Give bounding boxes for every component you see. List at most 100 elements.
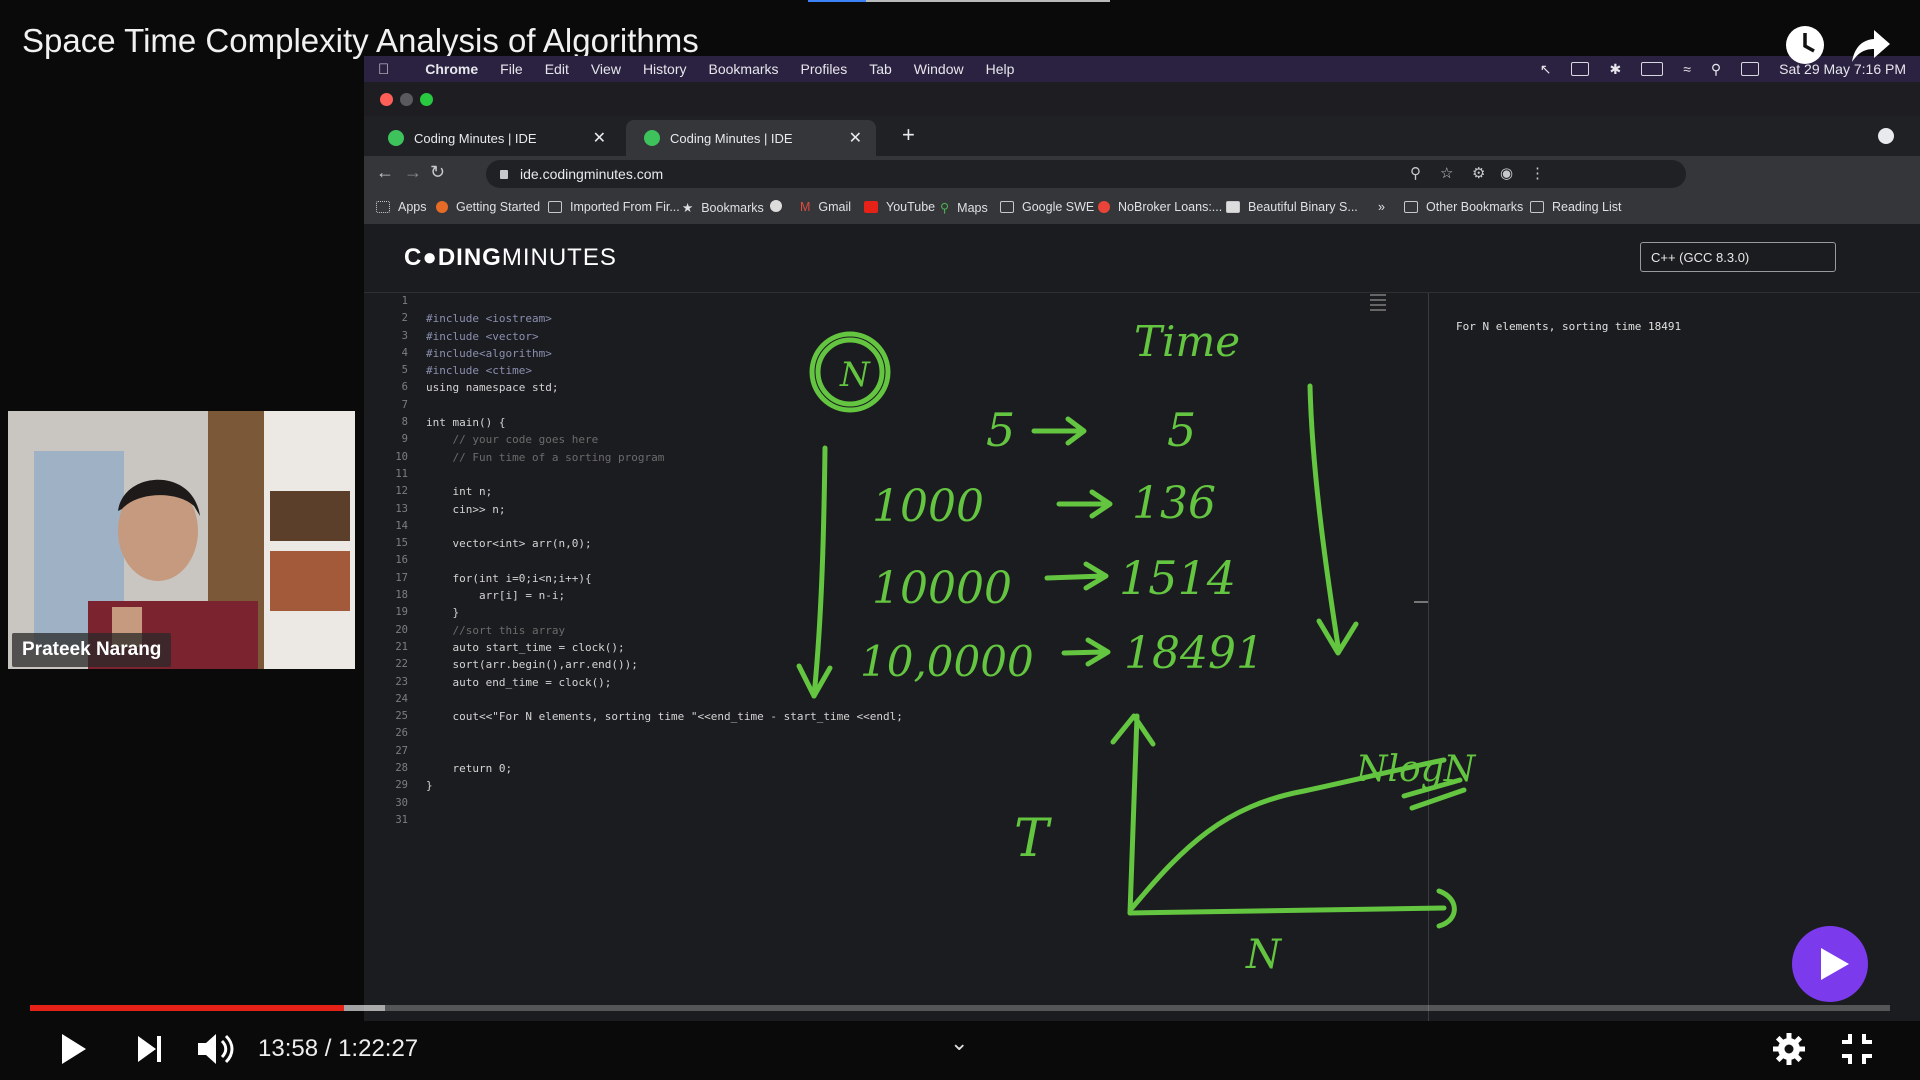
code-line[interactable]: using namespace std;	[426, 379, 903, 396]
editor-output-divider[interactable]	[1428, 293, 1429, 1021]
menu-window[interactable]: Window	[914, 61, 964, 77]
code-line[interactable]: auto start_time = clock();	[426, 639, 903, 656]
line-number: 10	[395, 450, 408, 463]
tab-1[interactable]: Coding Minutes | IDE ✕	[370, 120, 620, 156]
overlay-play-button[interactable]	[1792, 926, 1868, 1002]
more-menu-icon[interactable]: ⋮	[1530, 164, 1545, 182]
close-tab-icon[interactable]: ✕	[593, 128, 606, 148]
share-arrow-icon[interactable]	[1850, 26, 1892, 66]
code-line[interactable]: auto end_time = clock();	[426, 674, 903, 691]
video-progress-bar[interactable]	[30, 1005, 1890, 1011]
code-line[interactable]: #include <vector>	[426, 328, 903, 345]
star-icon[interactable]: ☆	[1440, 164, 1453, 182]
wifi-icon[interactable]: ≈	[1683, 61, 1691, 77]
bookmark-bookmarks[interactable]: ★ Bookmarks	[682, 200, 764, 216]
editor-minimap[interactable]	[1370, 294, 1386, 316]
menu-view[interactable]: View	[591, 61, 621, 77]
code-line[interactable]: vector<int> arr(n,0);	[426, 535, 903, 552]
split-handle[interactable]	[1414, 601, 1428, 603]
code-line[interactable]: cin>> n;	[426, 501, 903, 518]
bookmark-gmail[interactable]: M Gmail	[800, 200, 851, 214]
menu-tab[interactable]: Tab	[869, 61, 892, 77]
reading-list[interactable]: Reading List	[1530, 200, 1622, 214]
code-line[interactable]	[426, 743, 903, 760]
bookmark-binary[interactable]: Beautiful Binary S...	[1226, 200, 1358, 214]
code-line[interactable]	[426, 795, 903, 812]
bookmark-youtube[interactable]: YouTube	[864, 200, 935, 214]
apple-icon[interactable]: 	[378, 61, 389, 78]
play-icon[interactable]	[60, 1032, 88, 1066]
control-center-icon[interactable]	[1741, 62, 1760, 76]
next-icon[interactable]	[136, 1034, 164, 1064]
menu-file[interactable]: File	[500, 61, 523, 77]
cursor-icon[interactable]: ↖	[1540, 61, 1552, 78]
back-icon[interactable]: ←	[376, 162, 394, 183]
minimize-window-button[interactable]	[400, 93, 413, 106]
bookmark-apps[interactable]: Apps	[376, 200, 427, 214]
menu-bookmarks[interactable]: Bookmarks	[709, 61, 779, 77]
code-line[interactable]: //sort this array	[426, 622, 903, 639]
code-line[interactable]	[426, 552, 903, 569]
chevron-down-icon[interactable]: ⌄	[950, 1030, 968, 1056]
code-line[interactable]	[426, 397, 903, 414]
menu-history[interactable]: History	[643, 61, 687, 77]
new-tab-button[interactable]: +	[902, 122, 915, 148]
code-line[interactable]: #include<algorithm>	[426, 345, 903, 362]
watch-later-clock-icon[interactable]	[1784, 24, 1826, 66]
battery-icon[interactable]	[1641, 62, 1664, 76]
reload-icon[interactable]: ↻	[430, 162, 445, 183]
code-line[interactable]: }	[426, 604, 903, 621]
code-line[interactable]	[426, 518, 903, 535]
bookmark-imported[interactable]: Imported From Fir...	[548, 200, 680, 214]
bookmark-nobroker[interactable]: NoBroker Loans:...	[1098, 200, 1222, 214]
other-bookmarks[interactable]: Other Bookmarks	[1404, 200, 1523, 214]
bookmark-google-swe[interactable]: Google SWE	[1000, 200, 1094, 214]
folder-icon	[1000, 201, 1014, 213]
tab-search-icon[interactable]	[1878, 128, 1894, 144]
close-window-button[interactable]	[380, 93, 393, 106]
settings-gear-icon[interactable]	[1772, 1032, 1806, 1066]
extensions-icon[interactable]: ⚙	[1472, 164, 1485, 182]
code-line[interactable]: sort(arr.begin(),arr.end());	[426, 656, 903, 673]
bookmarks-overflow[interactable]: »	[1378, 200, 1385, 214]
bookmark-github[interactable]	[770, 200, 790, 212]
code-line[interactable]: // Fun time of a sorting program	[426, 449, 903, 466]
code-line[interactable]	[426, 812, 903, 829]
menu-app-chrome[interactable]: Chrome	[425, 61, 478, 77]
code-line[interactable]: for(int i=0;i<n;i++){	[426, 570, 903, 587]
code-line[interactable]	[426, 725, 903, 742]
language-select[interactable]: C++ (GCC 8.3.0)	[1640, 242, 1836, 272]
maximize-window-button[interactable]	[420, 93, 433, 106]
code-line[interactable]: cout<<"For N elements, sorting time "<<e…	[426, 708, 902, 725]
menu-help[interactable]: Help	[986, 61, 1015, 77]
bookmark-maps[interactable]: ⚲ Maps	[940, 200, 988, 216]
code-line[interactable]: return 0;	[426, 760, 903, 777]
close-tab-icon[interactable]: ✕	[849, 128, 862, 148]
code-line[interactable]: // your code goes here	[426, 431, 903, 448]
profile-avatar[interactable]: ◉	[1500, 164, 1513, 182]
code-line[interactable]: #include <iostream>	[426, 310, 903, 327]
exit-fullscreen-icon[interactable]	[1840, 1032, 1874, 1066]
tab-2[interactable]: Coding Minutes | IDE ✕	[626, 120, 876, 156]
bookmark-getting-started[interactable]: Getting Started	[436, 200, 540, 214]
menu-profiles[interactable]: Profiles	[801, 61, 848, 77]
forward-icon[interactable]: →	[404, 162, 422, 183]
code-line[interactable]: #include <ctime>	[426, 362, 903, 379]
volume-icon[interactable]	[196, 1030, 236, 1068]
code-line[interactable]	[426, 293, 903, 310]
code-line[interactable]: int n;	[426, 483, 903, 500]
code-line[interactable]	[426, 466, 903, 483]
code-content[interactable]: #include <iostream> #include <vector> #inc…	[426, 293, 903, 829]
zoom-icon[interactable]: ⚲	[1410, 164, 1421, 182]
menu-edit[interactable]: Edit	[545, 61, 569, 77]
code-line[interactable]: int main() {	[426, 414, 903, 431]
coding-minutes-logo[interactable]: C●DINGMINUTES	[404, 244, 617, 272]
screen-mirror-icon[interactable]	[1571, 62, 1590, 76]
code-editor[interactable]: 1 2 3 4 5 6 7 8 9 10 11 12 13 14 15 16 17 18 19 20 21 22 23 24 2…	[364, 293, 1428, 1021]
bluetooth-icon[interactable]: ✱	[1609, 61, 1621, 78]
code-line[interactable]	[426, 691, 903, 708]
code-line[interactable]: }	[426, 777, 903, 794]
spotlight-icon[interactable]: ⚲	[1711, 61, 1721, 78]
code-line[interactable]: arr[i] = n-i;	[426, 587, 903, 604]
gmail-icon: M	[800, 200, 811, 214]
